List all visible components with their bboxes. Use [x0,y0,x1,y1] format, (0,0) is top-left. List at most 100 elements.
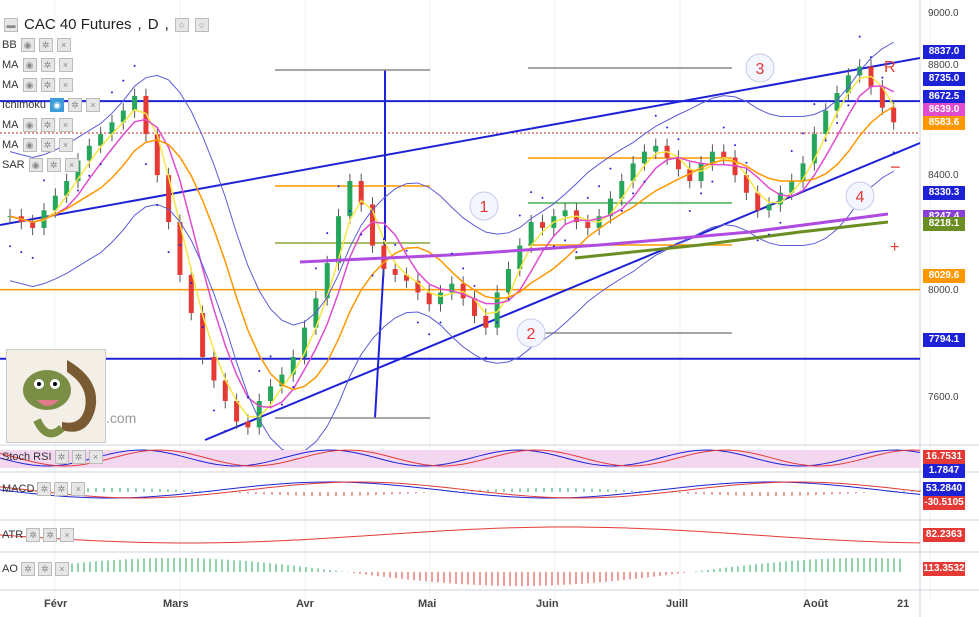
close-icon[interactable]: × [58,138,73,152]
close-icon[interactable]: × [58,118,73,132]
sar-dot [326,232,329,235]
settings-icon[interactable]: ✲ [54,482,69,496]
settings-icon[interactable]: ✲ [43,528,58,542]
sar-dot [280,403,283,406]
date-tick: 21 [897,598,910,610]
close-icon[interactable]: × [71,482,86,496]
candle [483,315,489,328]
settings-icon[interactable]: ✲ [40,138,55,152]
subpane-label[interactable]: MACD ✲ ✲ × [2,482,86,496]
candle [823,110,829,135]
close-icon[interactable]: × [56,38,71,52]
subpane-label[interactable]: Stoch RSI ✲ ✲ × [2,450,103,464]
settings-icon[interactable]: ✲ [40,58,55,72]
close-icon[interactable]: × [58,78,73,92]
subpane-title: MACD [2,483,35,495]
indicator-row[interactable]: BB ◉ ✲ × [2,38,71,52]
sar-dot [802,132,805,135]
sar-dot [292,386,295,388]
eye-icon[interactable]: ✲ [54,450,69,464]
settings-icon[interactable]: ✲ [37,562,52,576]
indicator-row[interactable]: MA ◉ ✲ × [2,118,73,132]
subpane-label[interactable]: AO ✲ ✲ × [2,562,69,576]
close-icon[interactable]: × [88,450,103,464]
candle [585,222,591,228]
subpane-value: 82.2363 [923,528,965,542]
candle [698,163,704,181]
date-tick: Août [803,598,829,610]
sar-dot [779,221,782,224]
sar-dot [552,245,555,248]
candle [392,269,398,275]
indicator-row[interactable]: MA ◉ ✲ × [2,138,73,152]
eye-icon[interactable]: ◉ [22,78,37,92]
sar-dot [88,174,91,177]
indicator-label[interactable]: MA [2,119,19,131]
sar-dot [405,249,408,252]
subpane-label[interactable]: ATR ✲ ✲ × [2,528,75,542]
close-icon[interactable]: × [64,158,79,172]
eye-icon[interactable]: ◉ [50,98,65,112]
sar-dot [122,79,125,82]
eye-icon[interactable]: ◉ [20,38,35,52]
settings-icon[interactable]: ✲ [40,118,55,132]
settings-icon[interactable]: ✲ [68,98,83,112]
symbol-name[interactable]: CAC 40 Futures [24,16,132,33]
sar-dot [337,185,340,188]
close-icon[interactable]: × [54,562,69,576]
sar-dot [178,243,181,246]
interval[interactable]: D [148,16,159,33]
close-icon[interactable]: × [58,58,73,72]
indicator-row[interactable]: SAR ◉ ✲ × [2,158,79,172]
price-tick: 7600.0 [928,392,959,403]
indicator-label[interactable]: MA [2,139,19,151]
trading-chart[interactable]: 1 2 3 4 R − + [0,0,979,617]
sar-dot [564,239,567,242]
indicator-label[interactable]: MA [2,79,19,91]
sar-dot [314,267,317,270]
settings-icon[interactable]: ○ [174,17,189,32]
price-label: 8735.0 [923,72,965,86]
eye-icon[interactable]: ◉ [22,138,37,152]
candle [891,107,897,123]
indicator-label[interactable]: MA [2,59,19,71]
chart-title[interactable]: ▬ CAC 40 Futures, D, ○ ○ [4,16,209,33]
sar-dot [734,144,737,147]
settings-icon[interactable]: ✲ [71,450,86,464]
subpane-title: ATR [2,529,24,541]
collapse-icon[interactable]: ▬ [4,17,18,32]
sar-dot [258,370,261,372]
wave-label: 1 [480,199,489,216]
subpane-value: 1.7847 [923,464,965,478]
candle [653,145,659,152]
sar-dot [428,333,431,336]
price-label: 8218.1 [923,217,965,231]
date-tick: Avr [296,598,314,610]
background [0,0,979,617]
indicator-row[interactable]: MA ◉ ✲ × [2,58,73,72]
indicator-label[interactable]: Ichimoku [2,99,46,111]
indicator-label[interactable]: BB [2,39,17,51]
settings-icon[interactable]: ✲ [38,38,53,52]
sar-dot [790,150,793,152]
close-icon[interactable]: × [60,528,75,542]
sar-dot [756,239,759,242]
close-icon[interactable]: × [86,98,101,112]
sar-dot [394,243,397,246]
indicator-row[interactable]: Ichimoku ◉ ✲ × [2,98,101,112]
eye-icon[interactable]: ✲ [37,482,52,496]
settings-icon[interactable]: ✲ [40,78,55,92]
settings-icon[interactable]: ○ [194,17,209,32]
indicator-label[interactable]: SAR [2,159,25,171]
sar-dot [371,274,374,277]
sar-dot [190,282,193,284]
eye-icon[interactable]: ◉ [28,158,43,172]
eye-icon[interactable]: ◉ [22,118,37,132]
eye-icon[interactable]: ◉ [22,58,37,72]
sar-dot [541,196,544,199]
eye-icon[interactable]: ✲ [26,528,41,542]
settings-icon[interactable]: ✲ [46,158,61,172]
indicator-row[interactable]: MA ◉ ✲ × [2,78,73,92]
sar-dot [700,192,703,195]
eye-icon[interactable]: ✲ [20,562,35,576]
